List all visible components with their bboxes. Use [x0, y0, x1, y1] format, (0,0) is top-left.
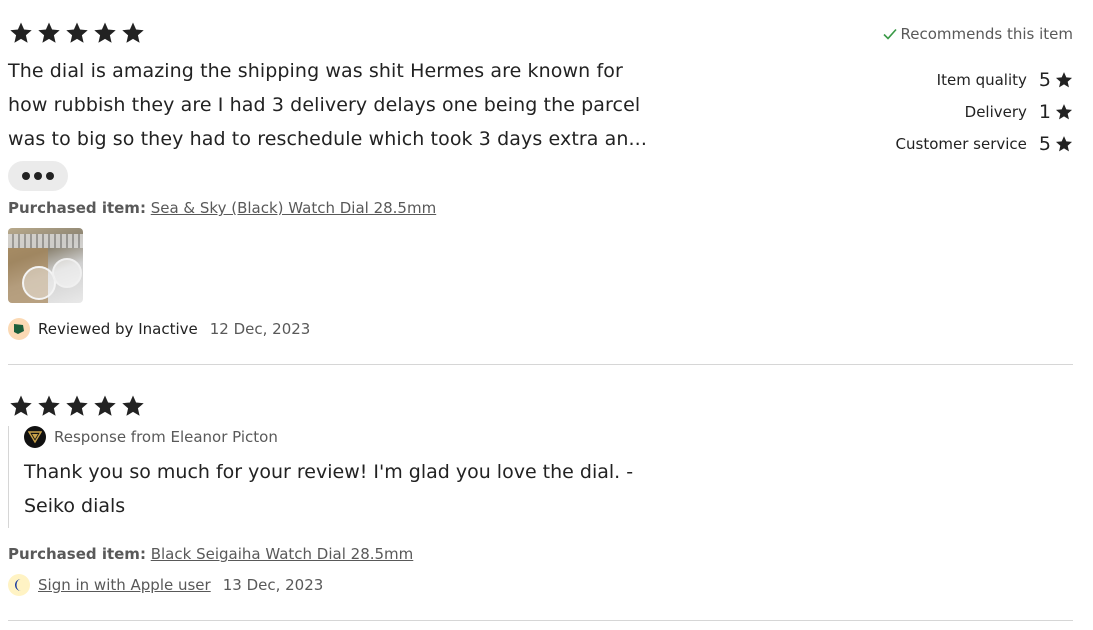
- more-dot-icon: [22, 172, 30, 180]
- rating-value: 5: [1038, 133, 1051, 155]
- map-pin-icon: [14, 324, 24, 334]
- star-icon: [64, 20, 90, 46]
- review-text: The dial is amazing the shipping was shi…: [8, 60, 647, 150]
- seller-response: Response from Eleanor Picton Thank you s…: [8, 426, 668, 528]
- star-icon: [8, 393, 34, 419]
- star-icon: [120, 393, 146, 419]
- star-icon: [92, 393, 118, 419]
- recommends-label: Recommends this item: [900, 25, 1074, 43]
- rating-value: 1: [1038, 101, 1051, 123]
- review-date: 13 Dec, 2023: [222, 576, 324, 594]
- star-rating: [8, 20, 146, 46]
- star-icon: [8, 20, 34, 46]
- more-dot-icon: [46, 172, 54, 180]
- purchased-item: Purchased item: Black Seigaiha Watch Dia…: [8, 545, 413, 563]
- purchased-item-label: Purchased item:: [8, 199, 146, 217]
- star-icon: [64, 393, 90, 419]
- shop-logo-icon: [28, 431, 42, 444]
- reviewer-info: Reviewed by Inactive 12 Dec, 2023: [8, 318, 310, 340]
- rating-label: Customer service: [895, 135, 1027, 153]
- rating-delivery: Delivery 1: [813, 96, 1073, 128]
- star-icon: [120, 20, 146, 46]
- star-icon: [1055, 104, 1073, 120]
- avatar: [8, 318, 30, 340]
- star-icon: [92, 20, 118, 46]
- review-card: Response from Eleanor Picton Thank you s…: [8, 365, 1073, 620]
- avatar: [8, 574, 30, 596]
- rating-value: 5: [1038, 69, 1051, 91]
- star-icon: [36, 393, 62, 419]
- recommends-badge: Recommends this item: [882, 25, 1074, 43]
- star-icon: [1055, 72, 1073, 88]
- review-photo[interactable]: [8, 228, 83, 303]
- reviewer-name: Inactive: [138, 320, 198, 338]
- reviewer-link[interactable]: Sign in with Apple user: [38, 576, 211, 594]
- reviewer-prefix: Reviewed by: [38, 320, 134, 338]
- sub-ratings: Item quality 5 Delivery 1 Customer servi…: [813, 64, 1073, 160]
- shop-avatar: [24, 426, 46, 448]
- reviews-list: The dial is amazing the shipping was shi…: [0, 0, 1093, 630]
- rating-item-quality: Item quality 5: [813, 64, 1073, 96]
- purchased-item: Purchased item: Sea & Sky (Black) Watch …: [8, 199, 436, 217]
- star-rating: [8, 393, 146, 419]
- response-text: Thank you so much for your review! I'm g…: [24, 461, 634, 517]
- rating-label: Delivery: [964, 103, 1027, 121]
- review-card: The dial is amazing the shipping was shi…: [8, 0, 1073, 364]
- more-dot-icon: [34, 172, 42, 180]
- purchased-item-link[interactable]: Sea & Sky (Black) Watch Dial 28.5mm: [151, 199, 436, 217]
- check-icon: [882, 28, 897, 40]
- rating-label: Item quality: [936, 71, 1027, 89]
- rating-customer-service: Customer service 5: [813, 128, 1073, 160]
- purchased-item-label: Purchased item:: [8, 545, 146, 563]
- expand-review-button[interactable]: [8, 161, 68, 191]
- response-header: Response from Eleanor Picton: [24, 426, 668, 448]
- response-from: Response from Eleanor Picton: [54, 428, 278, 446]
- star-icon: [1055, 136, 1073, 152]
- reviewer-info: Sign in with Apple user 13 Dec, 2023: [8, 574, 323, 596]
- purchased-item-link[interactable]: Black Seigaiha Watch Dial 28.5mm: [151, 545, 414, 563]
- review-date: 12 Dec, 2023: [209, 320, 311, 338]
- star-icon: [36, 20, 62, 46]
- divider: [8, 620, 1073, 621]
- moon-icon: [15, 579, 21, 591]
